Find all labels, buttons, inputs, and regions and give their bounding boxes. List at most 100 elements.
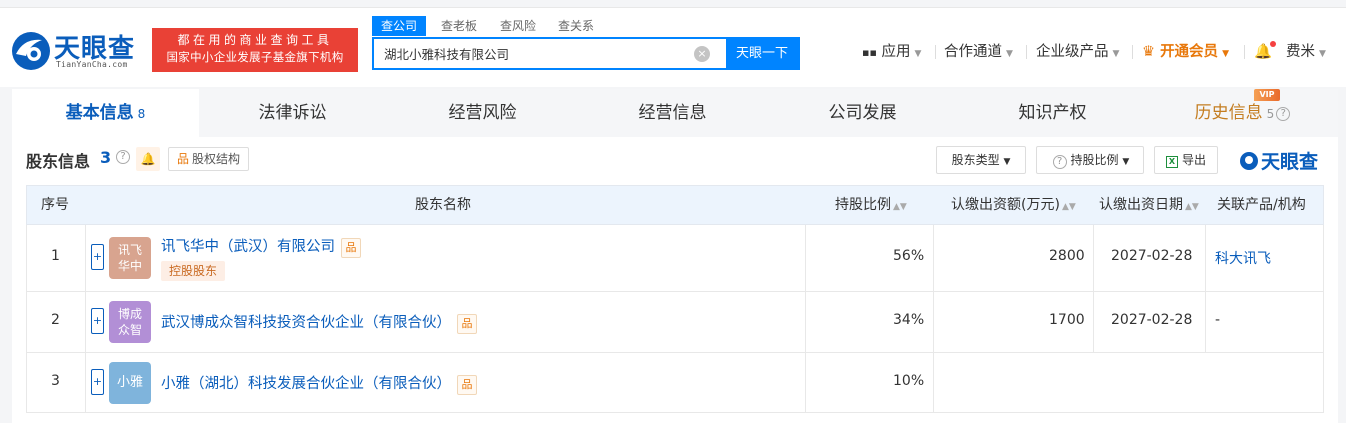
related-product-link[interactable]: 科大讯飞: [1215, 248, 1271, 268]
org-tree-icon[interactable]: 品: [457, 314, 477, 334]
org-tree-icon: 品: [177, 152, 190, 166]
shareholder-type-filter[interactable]: 股东类型 ▼: [936, 146, 1026, 174]
shareholder-card: 股东信息 3 ? 🔔 品股权结构 股东类型 ▼ ? 持股比例 ▼ X 导出 天眼查…: [12, 137, 1338, 423]
holding-ratio: 56%: [893, 248, 925, 264]
tab-company-development[interactable]: 公司发展: [769, 89, 956, 137]
table-header: 序号 股东名称 持股比例 ▲▼ 认缴出资额(万元) ▲▼ 认缴出资日期 ▲▼ 关联产品…: [26, 185, 1324, 225]
expand-icon[interactable]: +: [91, 308, 104, 334]
col-divider: [1093, 292, 1094, 352]
nav-enterprise[interactable]: 企业级产品 ▼: [1036, 42, 1119, 62]
nav-enterprise-label: 企业级产品: [1036, 44, 1109, 60]
holding-ratio: 34%: [893, 312, 925, 328]
caret-down-icon: ▼: [1122, 157, 1130, 167]
vip-badge: VIP: [1254, 89, 1280, 101]
col-divider: [1093, 225, 1094, 291]
clear-icon[interactable]: ×: [694, 46, 710, 62]
row-index: 3: [51, 373, 60, 389]
tab-count: 8: [137, 107, 146, 121]
avatar[interactable]: 小雅: [109, 362, 151, 404]
brand-text: 天眼查: [1261, 151, 1319, 173]
search-tab-company[interactable]: 查公司: [372, 16, 427, 36]
monitor-bell-icon[interactable]: 🔔: [136, 147, 160, 171]
nav-user[interactable]: 费米 ▼: [1286, 42, 1326, 62]
logo-domain: TianYanCha.com: [56, 60, 128, 69]
filter-label: 持股比例: [1070, 153, 1119, 167]
chevron-down-icon: ▼: [1006, 49, 1013, 59]
search-box: × 天眼一下: [372, 37, 800, 70]
help-icon: ?: [1052, 155, 1067, 169]
subscribed-date: 2027-02-28: [1111, 248, 1193, 264]
col-divider: [85, 225, 86, 291]
tab-label: 法律诉讼: [258, 103, 327, 123]
search-button[interactable]: 天眼一下: [726, 39, 798, 68]
holding-ratio: 10%: [893, 373, 925, 389]
search-tab-relation[interactable]: 查关系: [558, 16, 594, 36]
shareholder-name[interactable]: 讯飞华中（武汉）有限公司品: [161, 235, 361, 258]
caret-down-icon: ▼: [1003, 157, 1011, 167]
export-label: 导出: [1181, 153, 1206, 167]
section-count: 3: [100, 148, 112, 167]
help-icon[interactable]: ?: [1276, 107, 1291, 121]
filter-label: 股东类型: [951, 153, 1000, 167]
nav-channels[interactable]: 合作通道 ▼: [944, 42, 1013, 62]
shareholder-name-text: 武汉博成众智科技投资合伙企业（有限合伙）: [161, 315, 451, 331]
col-index: 序号: [41, 197, 69, 213]
chevron-down-icon: ▼: [1222, 49, 1229, 59]
shareholder-name-text: 讯飞华中（武汉）有限公司: [161, 239, 335, 255]
subscribed-amount: 2800: [1049, 248, 1085, 264]
notification-dot: [1270, 41, 1276, 47]
section-title: 股东信息: [26, 152, 91, 171]
export-button[interactable]: X 导出: [1154, 146, 1218, 174]
col-date-label: 认缴出资日期: [1099, 197, 1183, 213]
tab-label: 知识产权: [1018, 103, 1087, 123]
col-ratio-label: 持股比例: [835, 197, 891, 213]
expand-icon[interactable]: +: [91, 244, 104, 270]
equity-structure-button[interactable]: 品股权结构: [168, 147, 250, 171]
slogan-banner: 都在用的商业查询工具 国家中小企业发展子基金旗下机构: [152, 28, 358, 72]
search-tab-risk[interactable]: 查风险: [500, 16, 536, 36]
nav-apps[interactable]: ▪▪ 应用 ▼: [862, 42, 921, 62]
shareholder-name[interactable]: 小雅（湖北）科技发展合伙企业（有限合伙） 品: [161, 372, 477, 395]
tianyancha-logo-icon: [1240, 152, 1258, 170]
col-divider: [805, 225, 806, 291]
tab-intellectual-property[interactable]: 知识产权: [959, 89, 1146, 137]
shareholder-name[interactable]: 武汉博成众智科技投资合伙企业（有限合伙） 品: [161, 311, 477, 334]
avatar-text-2: 华中: [117, 259, 142, 273]
holding-ratio-filter[interactable]: ? 持股比例 ▼: [1036, 146, 1144, 174]
tab-lawsuits[interactable]: 法律诉讼: [199, 89, 386, 137]
nav-vip[interactable]: ♛ 开通会员 ▼: [1142, 42, 1229, 62]
col-divider: [85, 353, 86, 412]
tab-basic-info[interactable]: 基本信息 8: [12, 89, 199, 137]
org-tree-icon[interactable]: 品: [341, 238, 361, 258]
col-related: 关联产品/机构: [1217, 197, 1306, 213]
col-ratio[interactable]: 持股比例 ▲▼: [835, 186, 907, 224]
tab-history[interactable]: 历史信息 5?: [1149, 89, 1336, 137]
col-divider: [933, 292, 934, 352]
avatar[interactable]: 讯飞 华中: [109, 237, 151, 279]
search-tab-boss[interactable]: 查老板: [441, 16, 477, 36]
nav-vip-label: 开通会员: [1160, 44, 1219, 60]
search-input[interactable]: [374, 39, 714, 68]
nav-divider: [1132, 45, 1133, 59]
tianyancha-logo-icon[interactable]: [10, 30, 52, 72]
excel-icon: X: [1165, 156, 1178, 168]
tab-business-info[interactable]: 经营信息: [579, 89, 766, 137]
col-date[interactable]: 认缴出资日期 ▲▼: [1099, 186, 1199, 224]
col-divider: [1205, 225, 1206, 291]
org-tree-icon[interactable]: 品: [457, 375, 477, 395]
avatar-text-2: 众智: [117, 323, 142, 337]
col-divider: [1205, 292, 1206, 352]
crown-icon: ♛: [1142, 44, 1155, 60]
sort-icon: ▲▼: [893, 202, 907, 212]
subscribed-amount: 1700: [1049, 312, 1085, 328]
help-icon[interactable]: ?: [116, 150, 130, 164]
row-index: 1: [51, 248, 60, 264]
nav-user-label: 费米: [1286, 44, 1315, 60]
tab-business-risk[interactable]: 经营风险: [389, 89, 576, 137]
sort-icon: ▲▼: [1061, 202, 1076, 212]
col-amount[interactable]: 认缴出资额(万元) ▲▼: [951, 186, 1076, 224]
nav-apps-label: 应用: [881, 44, 911, 60]
expand-icon[interactable]: +: [91, 369, 104, 395]
row-index: 2: [51, 312, 60, 328]
avatar[interactable]: 博成 众智: [109, 301, 151, 343]
